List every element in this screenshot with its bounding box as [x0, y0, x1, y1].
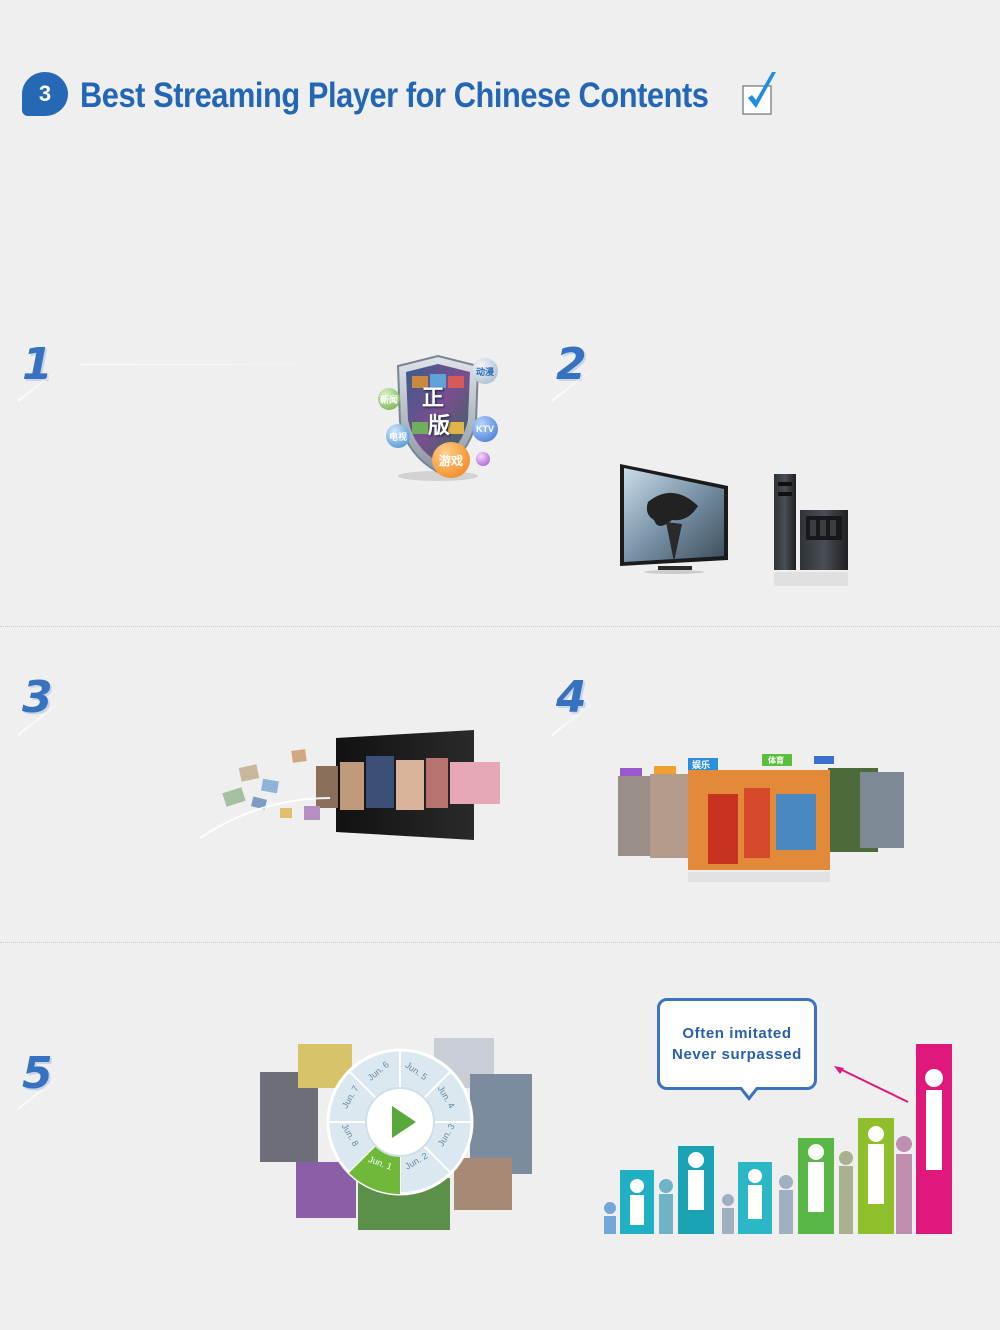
section-divider [0, 626, 1000, 627]
schedule-wheel-image: Jun. 6 Jun. 5 Jun. 4 Jun. 3 Jun. 2 Jun. … [258, 1022, 540, 1232]
server-image [774, 474, 848, 586]
section-2-number: 2 [556, 339, 587, 390]
television-image [620, 464, 728, 574]
checkmark-icon [742, 72, 776, 115]
section-divider [0, 942, 1000, 943]
page-title: Best Streaming Player for Chinese Conten… [80, 76, 709, 115]
bubble-small [476, 452, 490, 466]
section-3-number: 3 [22, 672, 53, 723]
section-4-number: 4 [556, 672, 587, 723]
bubble-games: 游戏 [432, 442, 470, 478]
bubble-ktv: KTV [472, 416, 498, 442]
licensed-content-shield-image: 正 版 动漫 KTV 游戏 电视 新闻 [378, 352, 498, 482]
tab-entertainment: 娱乐 [692, 760, 711, 770]
shield-char-2: 版 [428, 413, 451, 438]
bubble-anime: 动漫 [472, 358, 498, 384]
bubble-news: 新闻 [378, 388, 400, 410]
bubble-tv: 电视 [386, 424, 410, 448]
video-collage-image [200, 730, 500, 840]
tab-sports: 体育 [768, 756, 784, 765]
section-number-badge: 3 [22, 72, 68, 116]
growth-bars-illustration [596, 1044, 960, 1254]
category-carousel-image: 娱乐 体育 [616, 754, 906, 884]
decorative-line [80, 364, 380, 365]
section-5-number: 5 [22, 1048, 53, 1099]
section-1-number: 1 [22, 339, 53, 390]
